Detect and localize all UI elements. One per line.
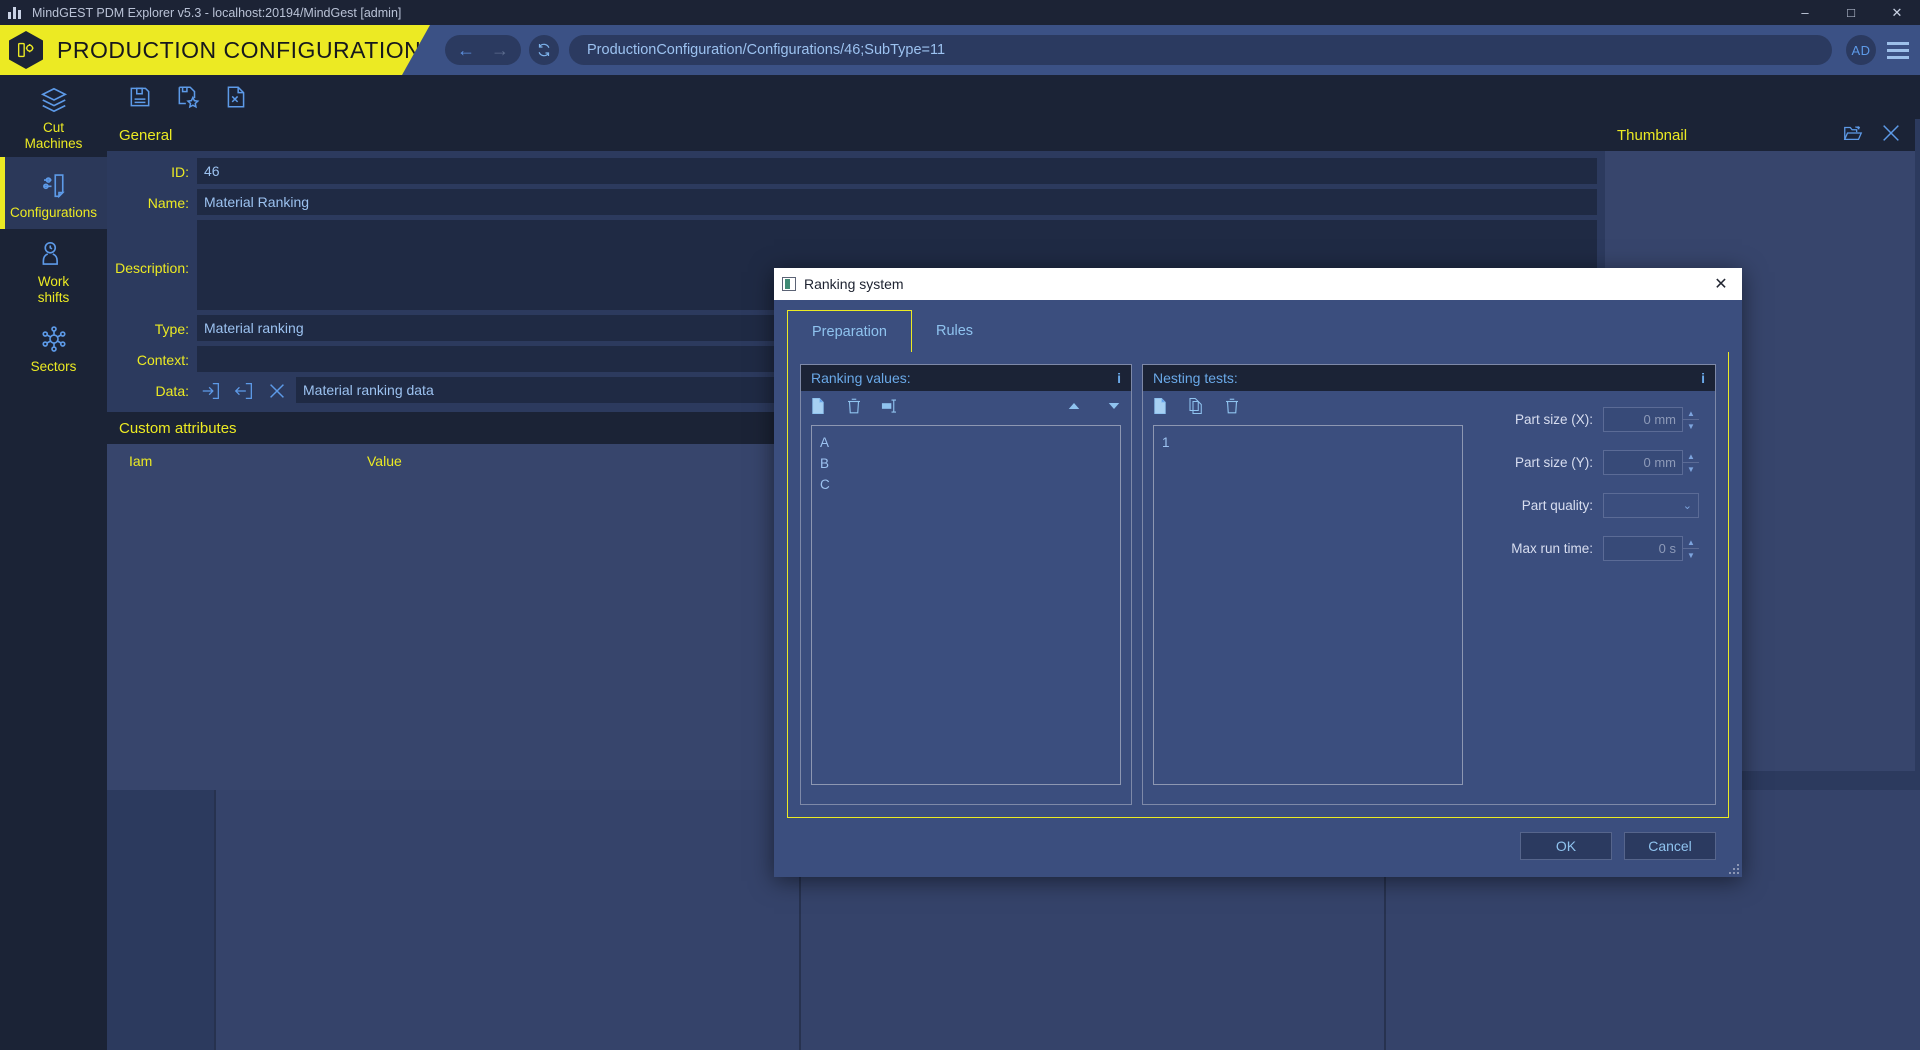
max-run-time-input[interactable]: 0 s (1603, 536, 1683, 561)
max-run-time-label: Max run time: (1511, 541, 1593, 556)
app-brand-banner: PRODUCTION CONFIGURATION (0, 25, 430, 75)
app-header: PRODUCTION CONFIGURATION ← → ProductionC… (0, 25, 1920, 75)
move-up-icon[interactable] (1065, 397, 1083, 420)
rename-item-icon[interactable] (881, 397, 899, 420)
dialog-body: Ranking values: i A B C Nesting tests: i… (774, 352, 1742, 860)
dialog-close-button[interactable]: ✕ (1708, 271, 1734, 297)
window-titlebar: MindGEST PDM Explorer v5.3 - localhost:2… (0, 0, 1920, 25)
maximize-button[interactable]: □ (1828, 0, 1874, 25)
sidebar-item-cut-machines[interactable]: Cut Machines (0, 75, 107, 157)
sidebar-item-label2: Machines (24, 135, 83, 151)
info-icon[interactable]: i (1117, 370, 1121, 386)
nesting-tests-toolbar (1143, 391, 1473, 425)
ranking-values-panel: Ranking values: i A B C (800, 364, 1132, 805)
sidebar-item-label: Work (37, 273, 70, 289)
page-title: PRODUCTION CONFIGURATION (57, 36, 422, 63)
modal-overlay: Ranking system ✕ Preparation Rules Ranki… (107, 75, 1920, 1050)
delete-test-icon[interactable] (1223, 397, 1241, 420)
dialog-resize-grip[interactable] (1729, 864, 1739, 874)
production-config-logo-icon (9, 31, 43, 69)
part-size-y-input[interactable]: 0 mm (1603, 450, 1683, 475)
tab-label: Rules (935, 323, 974, 339)
ranking-system-dialog: Ranking system ✕ Preparation Rules Ranki… (774, 268, 1742, 877)
ok-button[interactable]: OK (1520, 832, 1612, 860)
sidebar-item-label: Sectors (30, 358, 77, 374)
app-logo-icon (8, 6, 24, 19)
nesting-tests-title: Nesting tests: (1153, 370, 1238, 386)
sidebar-item-label2: shifts (37, 289, 70, 305)
ranking-values-header: Ranking values: i (801, 365, 1131, 391)
menu-icon[interactable] (1876, 41, 1920, 59)
new-test-icon[interactable] (1151, 397, 1169, 420)
list-item[interactable]: B (820, 453, 1112, 474)
part-quality-label: Part quality: (1521, 498, 1593, 513)
window-title: MindGEST PDM Explorer v5.3 - localhost:2… (32, 5, 402, 20)
tab-preparation[interactable]: Preparation (787, 310, 912, 352)
field-row-max-run-time: Max run time: 0 s ▲ ▼ (1483, 536, 1699, 561)
chevron-down-icon: ⌄ (1682, 500, 1692, 512)
nesting-tests-header: Nesting tests: i (1143, 365, 1715, 391)
duplicate-test-icon[interactable] (1187, 397, 1205, 420)
sidebar-item-work-shifts[interactable]: Work shifts (0, 229, 107, 311)
move-down-icon[interactable] (1105, 397, 1123, 420)
field-row-part-size-y: Part size (Y): 0 mm ▲ ▼ (1483, 450, 1699, 475)
max-run-time-stepper[interactable]: ▲ ▼ (1683, 536, 1699, 561)
list-item[interactable]: A (820, 432, 1112, 453)
close-window-button[interactable]: ✕ (1874, 0, 1920, 25)
sidebar-item-configurations[interactable]: Configurations (0, 157, 107, 229)
field-row-part-quality: Part quality: ⌄ (1483, 493, 1699, 518)
dialog-titlebar: Ranking system ✕ (774, 268, 1742, 300)
part-size-x-stepper[interactable]: ▲ ▼ (1683, 407, 1699, 432)
info-icon[interactable]: i (1701, 370, 1705, 386)
dialog-title: Ranking system (804, 276, 904, 292)
address-bar[interactable]: ProductionConfiguration/Configurations/4… (569, 35, 1832, 65)
address-text: ProductionConfiguration/Configurations/4… (587, 42, 946, 58)
window-controls: – □ ✕ (1782, 0, 1920, 25)
preparation-pane: Ranking values: i A B C Nesting tests: i… (787, 352, 1729, 818)
nesting-tests-panel: Nesting tests: i 1 Part size (X): 0 mm ▲… (1142, 364, 1716, 805)
part-quality-select[interactable]: ⌄ (1603, 493, 1699, 518)
dialog-footer: OK Cancel (787, 818, 1729, 860)
forward-button[interactable]: → (483, 35, 517, 65)
nesting-tests-list[interactable]: 1 (1153, 425, 1463, 785)
minimize-button[interactable]: – (1782, 0, 1828, 25)
main-content: General ID: Name: Description: (107, 75, 1920, 1050)
ranking-values-title: Ranking values: (811, 370, 911, 386)
sidebar-item-sectors[interactable]: Sectors (0, 311, 107, 383)
sidebar: Cut Machines Configurations Work shifts (0, 75, 107, 1050)
tab-rules[interactable]: Rules (911, 310, 998, 352)
field-row-part-size-x: Part size (X): 0 mm ▲ ▼ (1483, 407, 1699, 432)
delete-item-icon[interactable] (845, 397, 863, 420)
navigation-controls: ← → (445, 35, 521, 65)
ranking-values-toolbar (801, 391, 1131, 425)
cancel-button[interactable]: Cancel (1624, 832, 1716, 860)
part-size-x-input[interactable]: 0 mm (1603, 407, 1683, 432)
nesting-test-fields: Part size (X): 0 mm ▲ ▼ Part size (Y): 0 … (1473, 391, 1715, 795)
sidebar-item-label: Cut (42, 119, 64, 135)
list-item[interactable]: C (820, 474, 1112, 495)
part-size-y-label: Part size (Y): (1514, 455, 1593, 470)
sidebar-item-label: Configurations (9, 204, 98, 220)
new-item-icon[interactable] (809, 397, 827, 420)
refresh-button[interactable] (529, 35, 559, 65)
dialog-window-icon (782, 277, 796, 291)
user-avatar[interactable]: AD (1846, 35, 1876, 65)
list-item[interactable]: 1 (1162, 432, 1454, 453)
part-size-y-stepper[interactable]: ▲ ▼ (1683, 450, 1699, 475)
dialog-tabs: Preparation Rules (774, 300, 1742, 352)
tab-label: Preparation (812, 323, 887, 340)
ranking-values-list[interactable]: A B C (811, 425, 1121, 785)
part-size-x-label: Part size (X): (1514, 412, 1593, 427)
back-button[interactable]: ← (449, 35, 483, 65)
nesting-tests-list-column: 1 (1143, 391, 1473, 795)
